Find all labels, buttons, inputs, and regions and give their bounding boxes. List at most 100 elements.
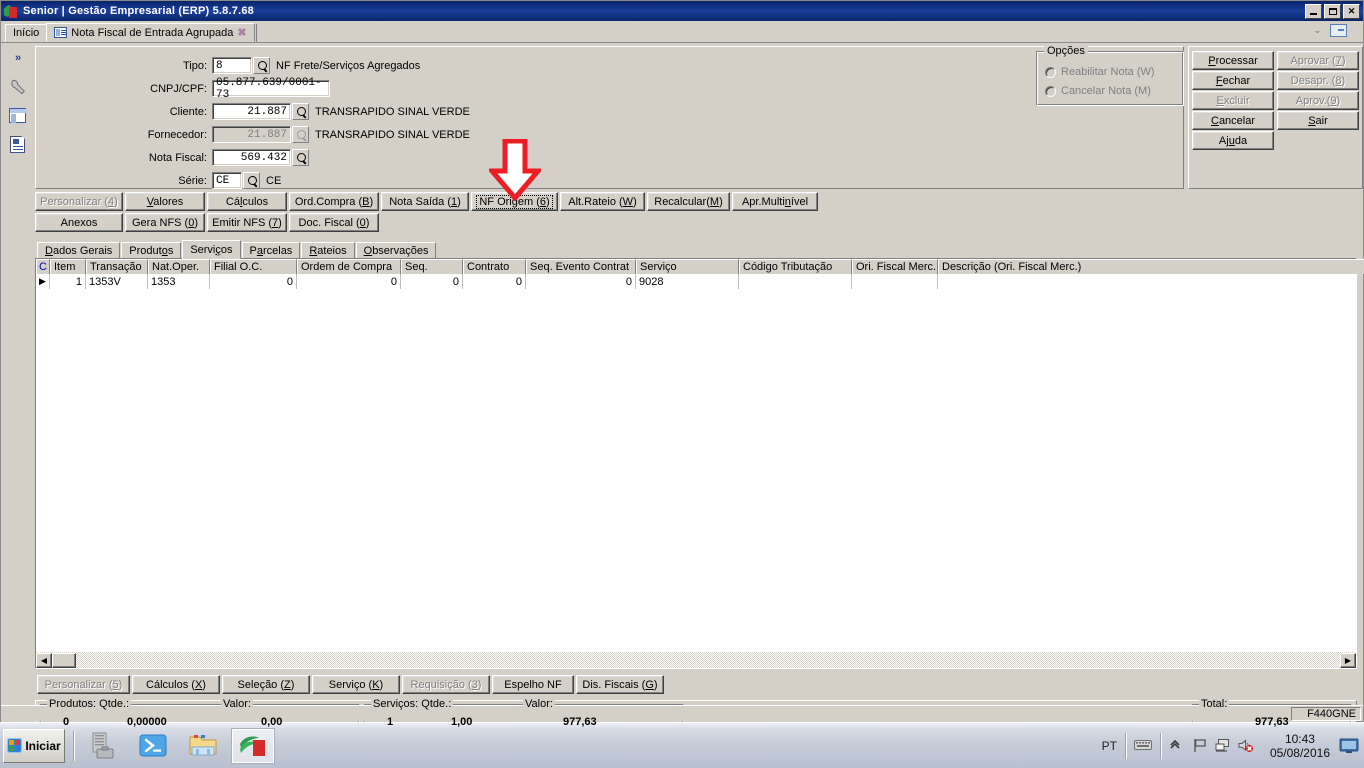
- tab-servicos[interactable]: Serviços: [182, 240, 241, 259]
- tab-nota-fiscal-entrada-agrupada[interactable]: Nota Fiscal de Entrada Agrupada ✖: [46, 23, 255, 42]
- grid-cell-c[interactable]: ▶: [36, 274, 50, 289]
- grid-header-descri-o-ori-fiscal-merc[interactable]: Descrição (Ori. Fiscal Merc.): [938, 259, 1364, 274]
- field-tipo-input[interactable]: 8: [212, 57, 252, 74]
- tab-parcelas[interactable]: Parcelas: [241, 242, 301, 259]
- field-fornecedor: Fornecedor: 21.887 TRANSRAPIDO SINAL VER…: [36, 126, 470, 143]
- grid-cell-transa-o[interactable]: 1353V: [86, 274, 148, 289]
- keyboard-icon[interactable]: [1126, 738, 1160, 754]
- cancelar-button[interactable]: Cancelar: [1192, 111, 1274, 130]
- show-hidden-icons-chevron[interactable]: [1169, 738, 1185, 754]
- grid-header-c-digo-tributa-o[interactable]: Código Tributação: [739, 259, 852, 274]
- tb-emitir-nfs-button[interactable]: Emitir NFS (7): [207, 213, 287, 232]
- radio-cancelar-nota-dot: [1045, 85, 1056, 97]
- grid-cell-filial-o-c[interactable]: 0: [210, 274, 297, 289]
- field-serie-search-icon[interactable]: [243, 172, 260, 189]
- tab-rateios[interactable]: Rateios: [301, 242, 355, 259]
- field-cliente-input[interactable]: 21.887: [212, 103, 291, 120]
- tab-close-icon[interactable]: ✖: [237, 26, 246, 39]
- grid-header-ordem-de-compra[interactable]: Ordem de Compra: [297, 259, 401, 274]
- show-desktop-icon[interactable]: [1338, 737, 1360, 755]
- tb-doc-fiscal-button[interactable]: Doc. Fiscal (0): [289, 213, 379, 232]
- radio-reabilitar-nota-label: Reabilitar Nota (W): [1061, 66, 1155, 78]
- taskbar-item-powershell[interactable]: [131, 728, 175, 764]
- tab-inicio[interactable]: Início: [5, 24, 48, 42]
- field-serie-input[interactable]: CE: [212, 172, 242, 189]
- senior-erp-icon: [240, 735, 265, 756]
- tabstrip-restore-icon[interactable]: [1330, 24, 1347, 37]
- panel-icon[interactable]: [7, 105, 29, 127]
- gb-dis-fiscais-button[interactable]: Dis. Fiscais (G): [576, 675, 664, 694]
- grid-header-contrato[interactable]: Contrato: [463, 259, 526, 274]
- show-desktop-monitor-icon: [1339, 738, 1359, 753]
- grid-header-filial-o-c[interactable]: Filial O.C.: [210, 259, 297, 274]
- grid-header-nat-oper[interactable]: Nat.Oper.: [148, 259, 210, 274]
- grid-cell-item[interactable]: 1: [50, 274, 86, 289]
- volume-muted-icon[interactable]: [1238, 738, 1254, 754]
- tb-recalcular-button[interactable]: Recalcular(M): [647, 192, 730, 211]
- taskbar-item-senior-erp[interactable]: [231, 727, 275, 764]
- table-row[interactable]: ▶ 1 1353V 1353 0 0 0 0 0 9028: [36, 274, 1356, 289]
- grid-cell-ori-fiscal-merc[interactable]: [852, 274, 938, 289]
- grid-cell-seq-evento-contrat[interactable]: 0: [526, 274, 636, 289]
- network-icon[interactable]: [1215, 738, 1231, 754]
- gb-espelho-nf-button[interactable]: Espelho NF: [492, 675, 574, 694]
- grid-cell-c-digo-tributa-o[interactable]: [739, 274, 852, 289]
- tab-produtos[interactable]: Produtos: [121, 242, 182, 259]
- gb-selecao-button[interactable]: Seleção (Z): [222, 675, 310, 694]
- grid-header-ori-fiscal-merc[interactable]: Ori. Fiscal Merc.: [852, 259, 938, 274]
- wrench-icon[interactable]: [7, 76, 29, 98]
- sair-button[interactable]: Sair: [1277, 111, 1359, 130]
- field-tipo-search-icon[interactable]: [253, 57, 270, 74]
- taskbar-item-file-explorer[interactable]: [181, 728, 225, 764]
- tb-calculos-button[interactable]: Cálculos: [207, 192, 287, 211]
- grid-cell-descri-o-ori-fiscal-merc[interactable]: [938, 274, 1364, 289]
- ajuda-button[interactable]: Ajuda: [1192, 131, 1274, 150]
- gb-calculos-button[interactable]: Cálculos (X): [132, 675, 220, 694]
- processar-button[interactable]: Processar: [1192, 51, 1274, 70]
- grid-horizontal-scrollbar[interactable]: ◀ ▶: [36, 652, 1356, 668]
- tab-observacoes[interactable]: Observações: [355, 242, 437, 259]
- header-fields-panel: Tipo: 8 NF Frete/Serviços Agregados CNPJ…: [35, 45, 1184, 189]
- minimize-button[interactable]: [1305, 3, 1322, 19]
- grid-header-transa-o[interactable]: Transação: [86, 259, 148, 274]
- taskbar-item-server-tools[interactable]: [81, 728, 125, 764]
- radio-reabilitar-nota: Reabilitar Nota (W): [1045, 66, 1155, 78]
- radio-cancelar-nota: Cancelar Nota (M): [1045, 85, 1151, 97]
- tb-alt-rateio-button[interactable]: Alt.Rateio (W): [560, 192, 645, 211]
- field-nota-fiscal-input[interactable]: 569.432: [212, 149, 291, 166]
- scroll-right-arrow-icon[interactable]: ▶: [1340, 652, 1356, 668]
- action-center-flag-icon[interactable]: [1192, 738, 1208, 754]
- tb-ord-compra-button[interactable]: Ord.Compra (B): [289, 192, 379, 211]
- scroll-thumb[interactable]: [52, 652, 76, 668]
- close-button[interactable]: ✕: [1343, 3, 1360, 19]
- maximize-button[interactable]: [1324, 3, 1341, 19]
- grid-cell-ordem-de-compra[interactable]: 0: [297, 274, 401, 289]
- start-button[interactable]: Iniciar: [3, 728, 65, 763]
- grid-header-item[interactable]: Item: [50, 259, 86, 274]
- tb-valores-button[interactable]: Valores: [125, 192, 205, 211]
- grid-header-seq[interactable]: Seq.: [401, 259, 463, 274]
- field-nota-fiscal-search-icon[interactable]: [292, 149, 309, 166]
- tb-apr-multinivel-button[interactable]: Apr.Multinível: [732, 192, 818, 211]
- taskbar-clock[interactable]: 10:43 05/08/2016: [1262, 732, 1338, 760]
- desaprovar-button: Desapr. (8): [1277, 71, 1359, 90]
- grid-header-seq-evento-contrat[interactable]: Seq. Evento Contrat: [526, 259, 636, 274]
- tab-dados-gerais[interactable]: Dados Gerais: [37, 242, 121, 259]
- document-icon[interactable]: [7, 134, 29, 156]
- gb-servico-button[interactable]: Serviço (K): [312, 675, 400, 694]
- grid-cell-contrato[interactable]: 0: [463, 274, 526, 289]
- grid-cell-servi-o[interactable]: 9028: [636, 274, 739, 289]
- tb-gera-nfs-button[interactable]: Gera NFS (0): [125, 213, 205, 232]
- tb-anexos-button[interactable]: Anexos: [35, 213, 123, 232]
- grid-header-c[interactable]: C: [36, 259, 50, 274]
- tb-nota-saida-button[interactable]: Nota Saída (1): [381, 192, 469, 211]
- field-cliente-search-icon[interactable]: [292, 103, 309, 120]
- grid-header-servi-o[interactable]: Serviço: [636, 259, 739, 274]
- grid-cell-nat-oper[interactable]: 1353: [148, 274, 210, 289]
- grid-cell-seq[interactable]: 0: [401, 274, 463, 289]
- fechar-button[interactable]: Fechar: [1192, 71, 1274, 90]
- language-indicator[interactable]: PT: [1094, 739, 1125, 753]
- field-cnpj-input[interactable]: 05.877.639/0001-73: [212, 77, 330, 101]
- scroll-left-arrow-icon[interactable]: ◀: [36, 652, 52, 668]
- expand-chevrons-icon[interactable]: »: [7, 47, 29, 69]
